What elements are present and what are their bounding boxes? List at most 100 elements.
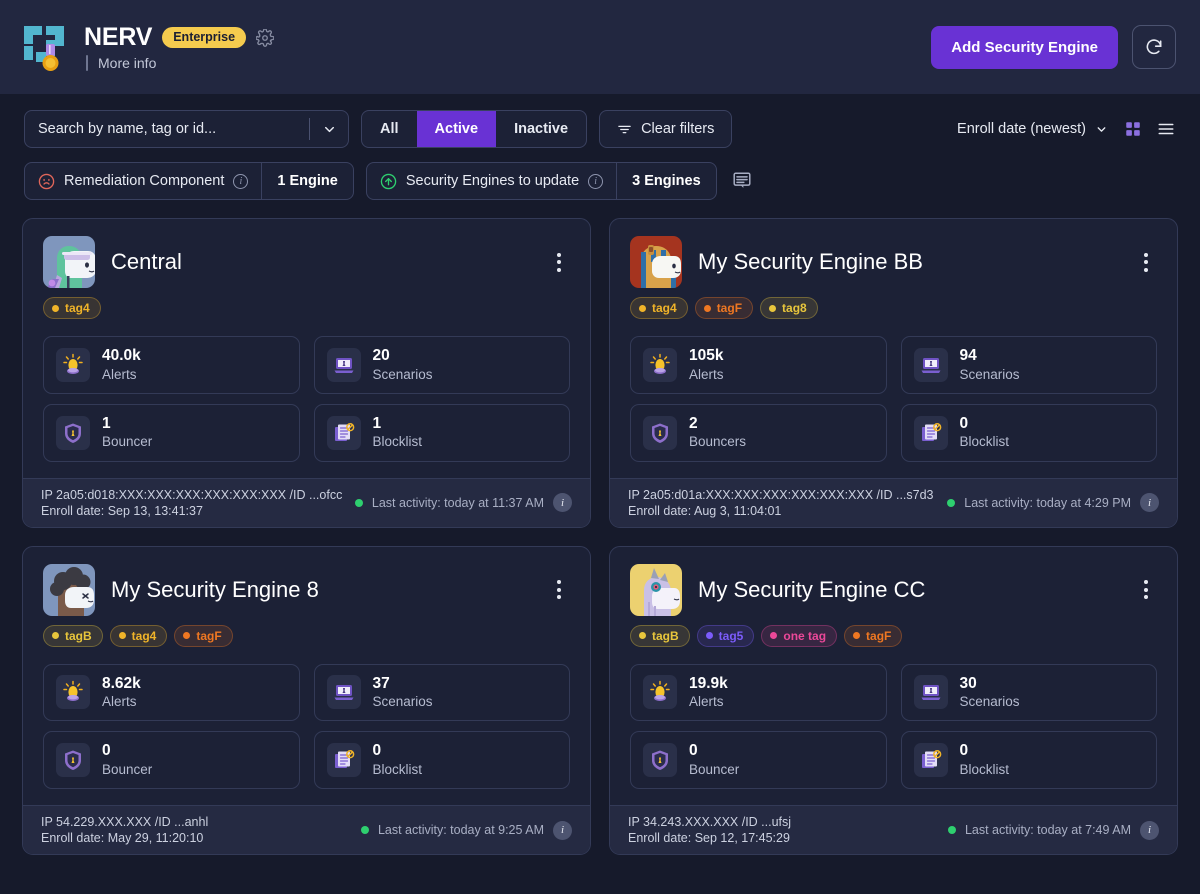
stat-scenarios[interactable]: 37 Scenarios — [313, 663, 570, 722]
card-menu-button[interactable] — [548, 247, 570, 277]
info-icon[interactable]: i — [553, 820, 572, 840]
stat-bouncers[interactable]: 2 Bouncers — [630, 403, 887, 462]
security-engine-card[interactable]: Central tag4 40.0k Alerts 20 Scenarios 1… — [22, 218, 591, 528]
stat-blocklist[interactable]: 0 Blocklist — [313, 731, 570, 790]
engine-name: My Security Engine 8 — [111, 576, 319, 602]
security-engine-card[interactable]: My Security Engine BB tag4 tagF tag8 105… — [609, 218, 1178, 528]
stat-blocklist[interactable]: 1 Blocklist — [313, 403, 570, 462]
stat-alerts[interactable]: 19.9k Alerts — [630, 663, 887, 722]
engine-tag[interactable]: tag5 — [696, 624, 755, 647]
engine-tag[interactable]: tag4 — [109, 624, 168, 647]
engine-tag[interactable]: tagB — [43, 624, 103, 647]
stat-alerts[interactable]: 40.0k Alerts — [43, 336, 300, 394]
engine-ip: IP 2a05:d01a:XXX:XXX:XXX:XXX:XXX:XXX /ID… — [628, 487, 934, 502]
stat-bouncer[interactable]: 0 Bouncer — [43, 731, 300, 790]
engine-ip: IP 2a05:d018:XXX:XXX:XXX:XXX:XXX:XXX /ID… — [41, 487, 343, 502]
bouncer-shield-icon — [652, 423, 668, 443]
search-dropdown-button[interactable] — [314, 113, 344, 145]
tag-label: tag4 — [131, 628, 157, 643]
refresh-button[interactable] — [1132, 25, 1176, 69]
blocklist-doc-icon — [334, 422, 354, 441]
stat-label: Scenarios — [959, 366, 1020, 382]
stat-alerts[interactable]: 105k Alerts — [630, 336, 887, 394]
engine-stats: 40.0k Alerts 20 Scenarios 1 Bouncer 1 Bl… — [43, 336, 570, 462]
summary-pill-bar: Remediation Component i 1 Engine Securit… — [0, 148, 1200, 200]
security-engine-card[interactable]: My Security Engine CC tagB tag5 one tag … — [609, 545, 1178, 856]
console-log-icon[interactable] — [731, 170, 753, 192]
tag-label: tag5 — [718, 628, 744, 643]
card-menu-button[interactable] — [1135, 575, 1157, 605]
engine-stats: 105k Alerts 94 Scenarios 2 Bouncers 0 Bl… — [630, 336, 1157, 462]
security-engine-card[interactable]: My Security Engine 8 tagB tag4 tagF 8.62… — [22, 545, 591, 856]
filter-all[interactable]: All — [362, 111, 417, 147]
stat-label: Blocklist — [372, 434, 423, 450]
grid-view-icon[interactable] — [1124, 120, 1142, 138]
engine-tag[interactable]: tagF — [694, 297, 754, 319]
engine-enroll-date: Enroll date: Sep 13, 13:41:37 — [41, 503, 203, 518]
brand: NERV Enterprise More info — [24, 20, 275, 74]
avatar-pharaoh-llama — [630, 236, 682, 288]
gear-icon[interactable] — [256, 28, 275, 47]
remediation-component-pill[interactable]: Remediation Component i 1 Engine — [24, 162, 354, 200]
card-menu-button[interactable] — [548, 575, 570, 605]
app-header: NERV Enterprise More info Add Security E… — [0, 0, 1200, 94]
search-input[interactable] — [38, 121, 309, 137]
engine-tag[interactable]: tagF — [844, 624, 903, 647]
bouncer-shield-icon — [652, 750, 668, 771]
stat-icon — [643, 675, 677, 710]
tag-dot — [52, 304, 59, 312]
card-body: My Security Engine BB tag4 tagF tag8 105… — [610, 219, 1177, 478]
engine-name: My Security Engine CC — [698, 576, 926, 602]
engine-tag[interactable]: tag8 — [760, 297, 818, 319]
avatar-afro-llama — [43, 563, 95, 616]
engine-tag-list: tagB tag4 tagF — [43, 624, 570, 647]
stat-icon — [56, 415, 90, 450]
nerv-logo — [24, 20, 70, 74]
alert-lamp-icon — [650, 353, 670, 374]
tag-dot — [52, 632, 59, 640]
info-icon[interactable]: i — [588, 173, 604, 189]
stat-bouncer[interactable]: 1 Bouncer — [43, 403, 300, 462]
scenario-laptop-icon — [921, 685, 940, 701]
arrow-up-circle-icon — [380, 173, 397, 189]
update-pill-left: Security Engines to update i — [367, 163, 616, 199]
filter-inactive[interactable]: Inactive — [496, 111, 586, 147]
engine-tag[interactable]: tagF — [174, 624, 233, 647]
search-box[interactable] — [24, 110, 349, 148]
stat-bouncer[interactable]: 0 Bouncer — [630, 731, 887, 790]
sort-dropdown[interactable]: Enroll date (newest) — [957, 121, 1108, 137]
blocklist-doc-icon — [334, 750, 354, 769]
engine-tag[interactable]: tag4 — [630, 297, 688, 319]
info-icon[interactable]: i — [1140, 493, 1159, 513]
brand-name: NERV — [84, 23, 153, 51]
engine-tag[interactable]: tag4 — [43, 297, 101, 319]
stat-blocklist[interactable]: 0 Blocklist — [900, 731, 1157, 790]
sort-label: Enroll date (newest) — [957, 121, 1086, 137]
stat-blocklist[interactable]: 0 Blocklist — [900, 403, 1157, 462]
card-footer: IP 2a05:d01a:XXX:XXX:XXX:XXX:XXX:XXX /ID… — [610, 477, 1177, 527]
info-icon[interactable]: i — [1140, 820, 1159, 840]
add-security-engine-button[interactable]: Add Security Engine — [931, 25, 1118, 69]
stat-label: Blocklist — [959, 761, 1010, 777]
engines-to-update-pill[interactable]: Security Engines to update i 3 Engines — [365, 162, 717, 200]
engine-tag[interactable]: tagB — [630, 624, 690, 647]
toolbar-right: Enroll date (newest) — [957, 120, 1176, 138]
security-engine-grid: Central tag4 40.0k Alerts 20 Scenarios 1… — [0, 200, 1200, 856]
stat-scenarios[interactable]: 94 Scenarios — [900, 336, 1157, 394]
card-footer: IP 34.243.XXX.XXX /ID ...ufsj Enroll dat… — [610, 805, 1177, 855]
engine-stats: 19.9k Alerts 30 Scenarios 0 Bouncer 0 Bl… — [630, 663, 1157, 790]
card-menu-button[interactable] — [1135, 247, 1157, 277]
list-view-icon[interactable] — [1156, 120, 1176, 138]
stat-value: 8.62k — [102, 674, 141, 692]
filter-active[interactable]: Active — [416, 111, 497, 147]
stat-scenarios[interactable]: 20 Scenarios — [313, 336, 570, 394]
info-icon[interactable]: i — [553, 493, 572, 513]
more-info-link[interactable]: More info — [98, 55, 156, 71]
engine-tag[interactable]: one tag — [761, 624, 838, 647]
stat-value: 1 — [372, 414, 382, 432]
stat-scenarios[interactable]: 30 Scenarios — [900, 663, 1157, 722]
clear-filters-button[interactable]: Clear filters — [599, 110, 733, 148]
info-icon[interactable]: i — [233, 173, 249, 189]
stat-icon — [326, 347, 361, 382]
stat-alerts[interactable]: 8.62k Alerts — [43, 663, 300, 722]
